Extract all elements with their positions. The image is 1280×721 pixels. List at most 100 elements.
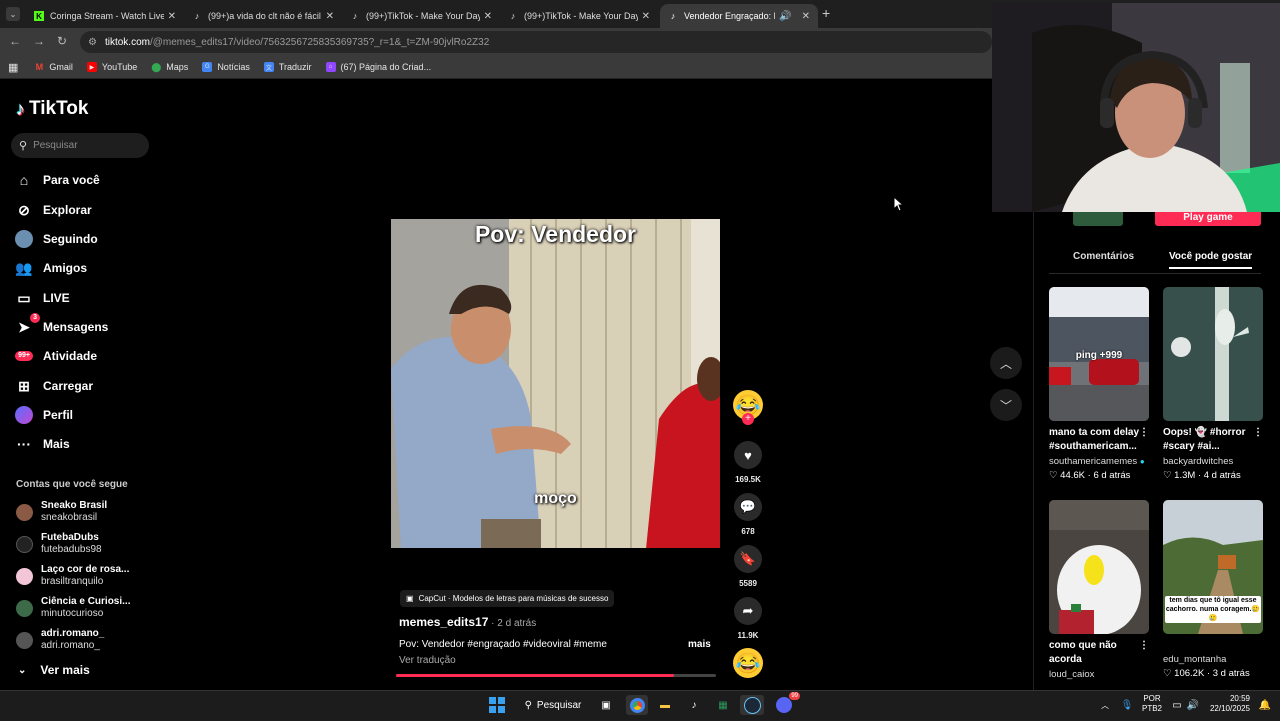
- speaker-icon[interactable]: 🔊: [779, 11, 791, 22]
- close-tab-icon[interactable]: ✕: [802, 11, 810, 22]
- bookmark-maps[interactable]: ⬤ Maps: [151, 62, 188, 73]
- bookmark-button[interactable]: 🔖 5589: [733, 545, 763, 588]
- messages-icon: ➤ 3: [14, 313, 40, 337]
- nav-explore[interactable]: ⊘ Explorar: [14, 200, 92, 220]
- nav-friends[interactable]: 👥 Amigos: [14, 258, 87, 278]
- like-button[interactable]: ♥ 169.5K: [733, 441, 763, 484]
- nav-for-you[interactable]: ⌂ Para você: [14, 170, 100, 190]
- followed-account[interactable]: Ciência e Curiosi... minutocurioso: [16, 596, 130, 620]
- recommended-video-card[interactable]: ⋮ como que não acorda loud_caiox: [1049, 500, 1149, 680]
- close-tab-icon[interactable]: ✕: [168, 11, 176, 22]
- heart-icon: ♥: [734, 441, 762, 469]
- video-progress-bar[interactable]: [396, 674, 716, 677]
- card-stats: ♡ 1.3M · 4 d atrás: [1163, 470, 1241, 481]
- home-icon: ⌂: [19, 172, 29, 188]
- back-icon[interactable]: ←: [9, 34, 21, 48]
- tiktok-logo[interactable]: ♪ TikTok: [16, 98, 88, 120]
- input-language[interactable]: POR PTB2: [1140, 694, 1164, 714]
- capcut-template-link[interactable]: ▣ CapCut · Modelos de letras para músicas…: [400, 590, 615, 607]
- reload-icon[interactable]: ↻: [57, 34, 67, 48]
- followed-account[interactable]: Laço cor de rosa... brasiltranquilo: [16, 564, 129, 588]
- taskbar-search[interactable]: ⚲ Pesquisar: [520, 695, 586, 715]
- compass-icon: ⊘: [18, 201, 30, 218]
- recommended-video-card[interactable]: ping +999 ⋮ mano ta com delay #southamer…: [1049, 287, 1149, 481]
- chrome-icon[interactable]: [626, 695, 648, 715]
- windows-start-icon[interactable]: [487, 695, 507, 715]
- file-explorer-icon[interactable]: ▬: [655, 695, 675, 715]
- more-options-icon[interactable]: ⋮: [1139, 427, 1149, 438]
- address-bar[interactable]: ⚙ tiktok.com /@memes_edits17/video/75632…: [80, 31, 992, 53]
- close-tab-icon[interactable]: ✕: [326, 11, 334, 22]
- tiktok-favicon-icon: ♪: [510, 11, 516, 21]
- bookmark-gmail[interactable]: M Gmail: [34, 62, 73, 72]
- recommended-video-card[interactable]: tem dias que tô igual esse cachorro. num…: [1163, 500, 1263, 679]
- tray-chevron-icon[interactable]: ︿: [1098, 695, 1112, 715]
- search-input[interactable]: ⚲ Pesquisar: [11, 133, 149, 158]
- network-icon[interactable]: ▭: [1170, 695, 1184, 715]
- recommended-video-card[interactable]: ⋮ Oops! 👻 #horror #scary #ai... backyard…: [1163, 287, 1263, 481]
- browser-tab-active[interactable]: ♪ Vendedor Engraçado: Mem 🔊 ✕: [660, 4, 818, 28]
- followed-account[interactable]: adri.romano_ adri.romano_: [16, 628, 104, 652]
- game-thumbnail[interactable]: [1073, 212, 1123, 226]
- nav-following[interactable]: Seguindo: [14, 229, 98, 249]
- search-icon: ⚲: [19, 140, 28, 152]
- webcam-image: [992, 3, 1280, 212]
- microphone-icon[interactable]: 🎙: [1120, 695, 1134, 715]
- sound-disc-icon: 😂: [733, 648, 763, 678]
- site-info-icon[interactable]: ⚙: [88, 37, 97, 48]
- bookmark-youtube[interactable]: ▶ YouTube: [86, 62, 137, 72]
- browser-tab[interactable]: ♪ (99+)a vida do clt não é fácil kk ✕: [184, 4, 342, 28]
- next-video-button[interactable]: ﹀: [990, 389, 1022, 421]
- tab-title: Vendedor Engraçado: Mem: [684, 11, 775, 21]
- author-name[interactable]: memes_edits17: [399, 615, 488, 629]
- tiktok-app-icon[interactable]: ♪: [684, 695, 704, 715]
- tab-you-may-like[interactable]: Você pode gostar: [1169, 251, 1253, 269]
- discord-icon[interactable]: 99: [773, 692, 800, 715]
- nav-more[interactable]: ··· Mais: [14, 434, 70, 454]
- browser-tab[interactable]: ♪ (99+)TikTok - Make Your Day ✕: [500, 4, 658, 28]
- see-translation-link[interactable]: Ver tradução: [399, 655, 456, 666]
- tab-search-icon[interactable]: ⌄: [6, 7, 20, 21]
- nav-upload[interactable]: ⊞ Carregar: [14, 376, 93, 396]
- forward-icon[interactable]: →: [33, 34, 45, 48]
- nav-activity[interactable]: 99+ Atividade: [14, 346, 97, 366]
- card-author-name[interactable]: loud_caiox: [1049, 669, 1149, 680]
- card-author-name[interactable]: backyardwitches: [1163, 456, 1263, 467]
- new-tab-icon[interactable]: +: [822, 5, 830, 21]
- comment-button[interactable]: 💬 678: [733, 493, 763, 536]
- see-more-button[interactable]: ⌄ Ver mais: [18, 663, 90, 677]
- previous-video-button[interactable]: ︿: [990, 347, 1022, 379]
- nav-profile[interactable]: Perfil: [14, 405, 73, 425]
- apps-grid-icon[interactable]: ▦: [8, 61, 18, 74]
- browser-tab[interactable]: K Coringa Stream - Watch Live on ✕: [26, 4, 184, 28]
- followed-account[interactable]: Sneako Brasil sneakobrasil: [16, 500, 107, 524]
- sound-disc-button[interactable]: 😂: [733, 648, 763, 678]
- more-options-icon[interactable]: ⋮: [1139, 640, 1149, 651]
- bookmark-translate[interactable]: 文 Traduzir: [263, 62, 312, 72]
- task-view-icon[interactable]: ▣: [596, 695, 616, 715]
- system-clock[interactable]: 20:59 22/10/2025: [1198, 694, 1250, 714]
- share-button[interactable]: ➦ 11.9K: [733, 597, 763, 640]
- tab-comments[interactable]: Comentários: [1073, 251, 1134, 262]
- steam-icon[interactable]: [740, 695, 764, 715]
- close-tab-icon[interactable]: ✕: [484, 11, 492, 22]
- card-author-name[interactable]: edu_montanha: [1163, 654, 1263, 665]
- nav-live[interactable]: ▭ LIVE: [14, 288, 69, 308]
- more-options-icon[interactable]: ⋮: [1253, 427, 1263, 438]
- notifications-icon[interactable]: 🔔: [1258, 695, 1272, 715]
- creator-avatar-button[interactable]: 😂 +: [733, 390, 763, 425]
- nav-messages[interactable]: ➤ 3 Mensagens: [14, 313, 108, 337]
- card-author[interactable]: southamericamemes ●: [1049, 456, 1149, 467]
- following-avatar-icon: [14, 229, 34, 249]
- caption-more-button[interactable]: mais: [688, 639, 711, 650]
- close-tab-icon[interactable]: ✕: [642, 11, 650, 22]
- followed-account[interactable]: FutebaDubs futebadubs98: [16, 532, 102, 556]
- bookmark-creator-page[interactable]: ⌂ (67) Página do Criad...: [325, 62, 431, 72]
- author-line[interactable]: memes_edits17 · 2 d atrás: [399, 615, 536, 629]
- browser-tab[interactable]: ♪ (99+)TikTok - Make Your Day ✕: [342, 4, 500, 28]
- excel-icon[interactable]: ▦: [713, 695, 733, 715]
- bookmark-icon: 🔖: [734, 545, 762, 573]
- follow-plus-icon[interactable]: +: [742, 413, 754, 425]
- play-game-button[interactable]: Play game: [1155, 212, 1261, 226]
- bookmark-news[interactable]: G Notícias: [202, 62, 250, 72]
